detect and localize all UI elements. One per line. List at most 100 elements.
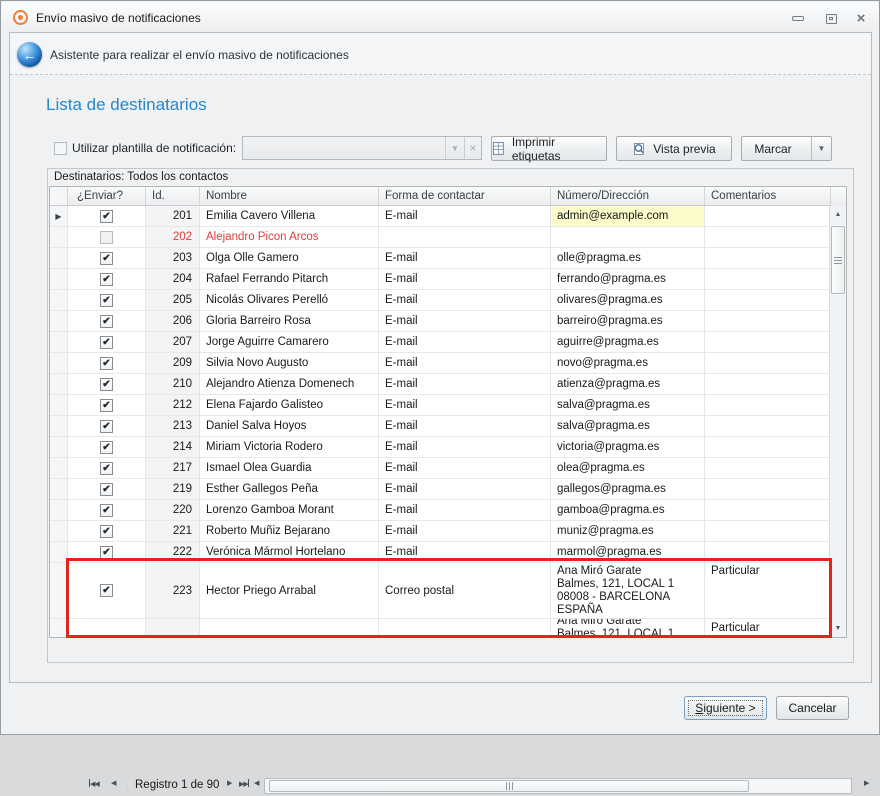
mark-split-button[interactable]: Marcar ▼: [741, 136, 832, 161]
row-indicator: [50, 374, 68, 394]
hscroll-left-icon[interactable]: ◀: [254, 779, 258, 787]
table-row[interactable]: ✔206Gloria Barreiro RosaE-mailbarreiro@p…: [50, 311, 831, 332]
enviar-checkbox[interactable]: ✔: [100, 273, 113, 286]
table-row[interactable]: ✔214Miriam Victoria RoderoE-mailvictoria…: [50, 437, 831, 458]
hscroll-right-icon[interactable]: ▶: [864, 779, 868, 787]
table-row[interactable]: ✔203Olga Olle GameroE-mailolle@pragma.es: [50, 248, 831, 269]
header-id[interactable]: Id.: [146, 187, 200, 206]
cell-id: 217: [146, 458, 200, 478]
enviar-checkbox[interactable]: ✔: [100, 546, 113, 559]
header-numero[interactable]: Número/Dirección: [551, 187, 705, 206]
enviar-checkbox[interactable]: ✔: [100, 252, 113, 265]
horizontal-scrollbar-thumb[interactable]: [269, 780, 749, 792]
title-bar[interactable]: Envío masivo de notificaciones ×: [2, 2, 878, 32]
enviar-checkbox[interactable]: ✔: [100, 584, 113, 597]
header-nombre[interactable]: Nombre: [200, 187, 379, 206]
cell-forma: E-mail: [379, 416, 551, 436]
enviar-checkbox[interactable]: ✔: [100, 294, 113, 307]
cancel-button[interactable]: Cancelar: [776, 696, 849, 720]
minimize-button[interactable]: [788, 11, 808, 26]
enviar-checkbox[interactable]: ✔: [100, 399, 113, 412]
mark-label[interactable]: Marcar: [742, 142, 804, 156]
preview-label: Vista previa: [653, 142, 715, 156]
table-row[interactable]: ✔205Nicolás Olivares PerellóE-mailolivar…: [50, 290, 831, 311]
table-row[interactable]: ✔219Esther Gallegos PeñaE-mailgallegos@p…: [50, 479, 831, 500]
horizontal-scrollbar[interactable]: [264, 778, 852, 794]
enviar-checkbox[interactable]: ✔: [100, 378, 113, 391]
previous-record-button[interactable]: ◀: [111, 779, 115, 787]
header-enviar[interactable]: ¿Enviar?: [68, 187, 146, 206]
vertical-scrollbar[interactable]: ▲ ▼: [829, 206, 846, 637]
table-row[interactable]: ✔212Elena Fajardo GalisteoE-mailsalva@pr…: [50, 395, 831, 416]
use-template-checkbox[interactable]: [54, 142, 67, 155]
row-indicator: [50, 479, 68, 499]
cell-comentarios: [705, 500, 831, 520]
cell-nombre: Elena Fajardo Galisteo: [200, 395, 379, 415]
first-record-button[interactable]: ◀◀: [89, 779, 99, 788]
table-row[interactable]: ✔210Alejandro Atienza DomenechE-mailatie…: [50, 374, 831, 395]
broadcast-app-icon: [13, 10, 28, 25]
table-row[interactable]: ✔221Roberto Muñiz BejaranoE-mailmuniz@pr…: [50, 521, 831, 542]
enviar-checkbox[interactable]: ✔: [100, 315, 113, 328]
enviar-checkbox[interactable]: ✔: [100, 504, 113, 517]
last-record-button[interactable]: ▶▶: [239, 779, 249, 788]
table-row[interactable]: Ana Miró Garate Balmes, 121, LOCAL 1Part…: [50, 619, 831, 637]
cell-comentarios: [705, 332, 831, 352]
enviar-checkbox[interactable]: ✔: [100, 441, 113, 454]
table-row[interactable]: ✔207Jorge Aguirre CamareroE-mailaguirre@…: [50, 332, 831, 353]
cell-enviar: [68, 227, 146, 247]
enviar-checkbox[interactable]: ✔: [100, 420, 113, 433]
table-row[interactable]: ✔213Daniel Salva HoyosE-mailsalva@pragma…: [50, 416, 831, 437]
cell-forma: E-mail: [379, 269, 551, 289]
template-combobox[interactable]: ▼ ×: [242, 136, 482, 160]
mark-dropdown-arrow-icon[interactable]: ▼: [811, 137, 831, 160]
back-arrow-icon[interactable]: ←: [17, 42, 42, 67]
table-row[interactable]: ✔209Silvia Novo AugustoE-mailnovo@pragma…: [50, 353, 831, 374]
cell-numero-direccion: atienza@pragma.es: [551, 374, 705, 394]
next-record-button[interactable]: ▶: [227, 779, 231, 787]
preview-button[interactable]: Vista previa: [616, 136, 732, 161]
print-labels-button[interactable]: Imprimir etiquetas: [491, 136, 607, 161]
enviar-checkbox[interactable]: ✔: [100, 336, 113, 349]
table-row[interactable]: ✔222Verónica Mármol HortelanoE-mailmarmo…: [50, 542, 831, 563]
table-row[interactable]: ✔217Ismael Olea GuardiaE-mailolea@pragma…: [50, 458, 831, 479]
cell-id: 204: [146, 269, 200, 289]
cell-comentarios: [705, 248, 831, 268]
scroll-down-icon[interactable]: ▼: [830, 620, 846, 637]
cell-id: 207: [146, 332, 200, 352]
chevron-down-icon[interactable]: ▼: [445, 137, 464, 159]
cell-numero-direccion: muniz@pragma.es: [551, 521, 705, 541]
table-row[interactable]: 202Alejandro Picon Arcos: [50, 227, 831, 248]
cell-enviar: ✔: [68, 353, 146, 373]
cell-comentarios: [705, 269, 831, 289]
table-row[interactable]: ✔204Rafael Ferrando PitarchE-mailferrand…: [50, 269, 831, 290]
cell-comentarios: [705, 311, 831, 331]
cell-enviar: ✔: [68, 416, 146, 436]
header-indicator: [50, 187, 68, 206]
enviar-checkbox[interactable]: [100, 231, 113, 244]
enviar-checkbox[interactable]: ✔: [100, 357, 113, 370]
vertical-scrollbar-thumb[interactable]: [831, 226, 845, 294]
cell-forma: E-mail: [379, 437, 551, 457]
cell-nombre: Daniel Salva Hoyos: [200, 416, 379, 436]
close-button[interactable]: ×: [851, 11, 871, 26]
cell-nombre: Esther Gallegos Peña: [200, 479, 379, 499]
next-button[interactable]: Siguiente >: [684, 696, 767, 720]
scroll-up-icon[interactable]: ▲: [830, 206, 846, 223]
header-comentarios[interactable]: Comentarios: [705, 187, 831, 206]
table-row[interactable]: ▶✔201Emilia Cavero VillenaE-mailadmin@ex…: [50, 206, 831, 227]
enviar-checkbox[interactable]: ✔: [100, 483, 113, 496]
cell-id: 212: [146, 395, 200, 415]
cell-nombre: Lorenzo Gamboa Morant: [200, 500, 379, 520]
header-forma[interactable]: Forma de contactar: [379, 187, 551, 206]
table-row[interactable]: ✔220Lorenzo Gamboa MorantE-mailgamboa@pr…: [50, 500, 831, 521]
enviar-checkbox[interactable]: ✔: [100, 525, 113, 538]
cell-nombre: Verónica Mármol Hortelano: [200, 542, 379, 562]
clear-icon[interactable]: ×: [464, 137, 481, 159]
restore-button[interactable]: [821, 11, 841, 26]
row-indicator: [50, 437, 68, 457]
enviar-checkbox[interactable]: ✔: [100, 210, 113, 223]
enviar-checkbox[interactable]: ✔: [100, 462, 113, 475]
table-row[interactable]: ✔223Hector Priego ArrabalCorreo postalAn…: [50, 563, 831, 619]
cell-numero-direccion: gallegos@pragma.es: [551, 479, 705, 499]
